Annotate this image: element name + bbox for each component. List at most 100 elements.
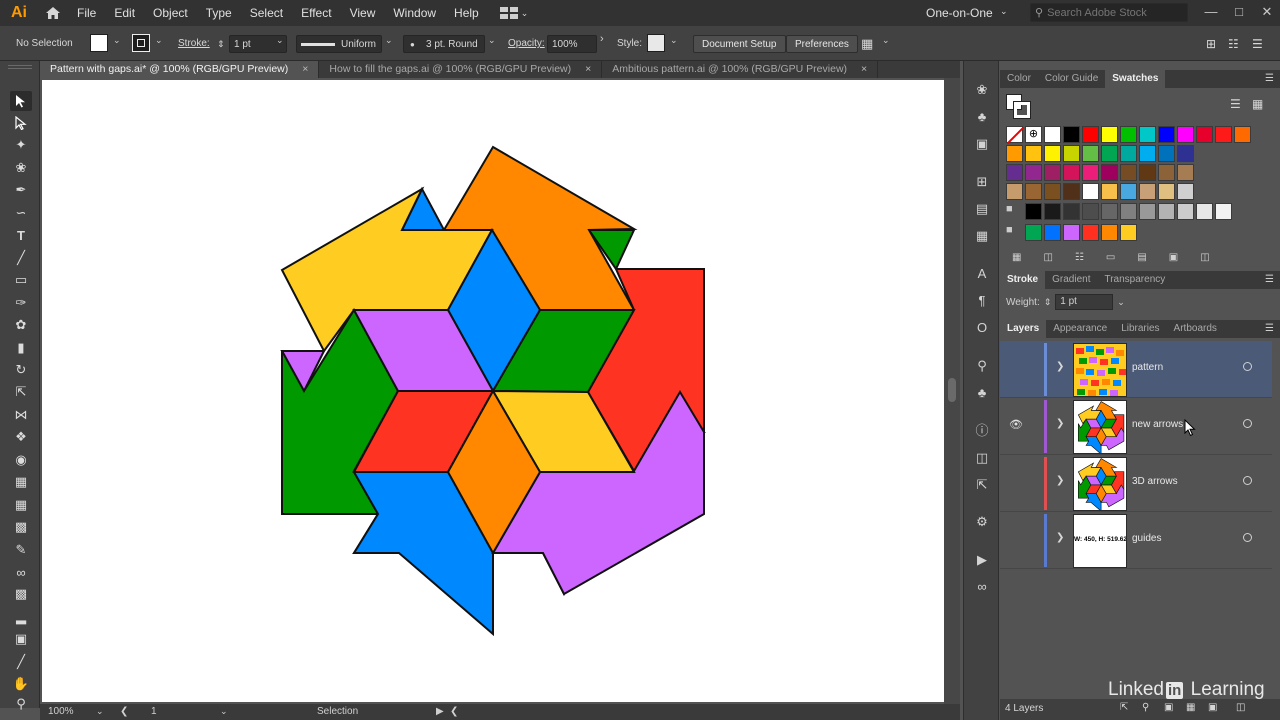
character-icon[interactable]: A <box>973 265 991 283</box>
tab-libraries[interactable]: Libraries <box>1114 320 1166 338</box>
delete-swatch-icon[interactable]: ◫ <box>1200 252 1209 263</box>
color-swatch[interactable] <box>1025 145 1042 162</box>
chevron-down-icon[interactable]: ⌄ <box>96 706 104 717</box>
color-swatch[interactable] <box>1177 145 1194 162</box>
actions-play-icon[interactable]: ▶ <box>973 551 991 569</box>
gray-swatch[interactable] <box>1044 203 1061 220</box>
layer-name[interactable]: pattern <box>1132 362 1163 373</box>
color-swatch[interactable] <box>1139 183 1156 200</box>
opentype-icon[interactable]: O <box>973 319 991 337</box>
color-swatch[interactable] <box>1120 145 1137 162</box>
opacity-label[interactable]: Opacity: <box>508 35 545 53</box>
chevron-down-icon[interactable]: ⌄ <box>220 706 228 717</box>
gray-swatch[interactable] <box>1139 203 1156 220</box>
shaper-tool-icon[interactable]: ✿ <box>10 315 32 335</box>
pen-tool-icon[interactable]: ✒ <box>10 180 32 200</box>
graphic-styles-icon[interactable]: ▣ <box>973 135 991 153</box>
registration-swatch[interactable]: ⊕ <box>1025 126 1042 143</box>
eraser-tool-icon[interactable]: ▮ <box>10 338 32 358</box>
list-view-icon[interactable]: ☰ <box>1230 97 1241 111</box>
stroke-label[interactable]: Stroke: <box>178 35 210 53</box>
search-input[interactable] <box>1047 6 1178 19</box>
menu-file[interactable]: File <box>68 0 105 26</box>
chevron-down-icon[interactable]: ⌄ <box>276 35 284 46</box>
tab-stroke[interactable]: Stroke <box>1000 271 1046 289</box>
white-swatch[interactable] <box>1044 126 1061 143</box>
settings-icon[interactable]: ⚙ <box>973 513 991 531</box>
tab-gradient[interactable]: Gradient <box>1045 271 1097 289</box>
new-swatch-icon[interactable]: ▣ <box>1169 252 1178 263</box>
rectangle-tool-icon[interactable]: ▭ <box>10 270 32 290</box>
toolbar-grip[interactable] <box>8 65 32 69</box>
puppet-icon[interactable]: ❀ <box>973 81 991 99</box>
gray-swatch[interactable] <box>1158 203 1175 220</box>
gray-swatch[interactable] <box>1196 203 1213 220</box>
swatch-kind-icon[interactable]: ◫ <box>1043 252 1052 263</box>
arrow-pattern-artwork[interactable] <box>42 80 944 702</box>
color-swatch[interactable] <box>1082 183 1099 200</box>
zoom-tool-icon[interactable]: ⚲ <box>10 694 32 714</box>
color-swatch[interactable] <box>1120 183 1137 200</box>
gray-swatch[interactable] <box>1177 203 1194 220</box>
workspace-switcher[interactable]: One-on-One <box>926 0 993 26</box>
close-icon[interactable]: × <box>861 61 867 78</box>
color-swatch[interactable] <box>1215 126 1232 143</box>
close-icon[interactable]: × <box>302 61 308 78</box>
menu-effect[interactable]: Effect <box>292 0 340 26</box>
isolate-icon[interactable]: ☷ <box>1228 35 1239 53</box>
symbol-sprayer-tool-icon[interactable]: ▩ <box>10 584 32 604</box>
graphic-style-swatch[interactable] <box>647 34 665 52</box>
color-swatch[interactable] <box>1177 183 1194 200</box>
chevron-right-icon[interactable]: › <box>600 33 604 45</box>
tab-color[interactable]: Color <box>1000 70 1038 88</box>
color-swatch[interactable] <box>1158 126 1175 143</box>
preferences-button[interactable]: Preferences <box>786 35 858 53</box>
minimize-button[interactable]: — <box>1198 0 1224 26</box>
tab-color-guide[interactable]: Color Guide <box>1038 70 1105 88</box>
tab-swatches[interactable]: Swatches <box>1105 70 1166 88</box>
color-swatch[interactable] <box>1044 164 1061 181</box>
color-swatch[interactable] <box>1139 126 1156 143</box>
tab-layers[interactable]: Layers <box>1000 320 1047 338</box>
color-swatch[interactable] <box>1177 126 1194 143</box>
none-swatch[interactable] <box>1006 126 1025 145</box>
menu-type[interactable]: Type <box>197 0 241 26</box>
color-swatch[interactable] <box>1234 126 1251 143</box>
color-swatch[interactable] <box>1082 145 1099 162</box>
status-menu-icon[interactable]: ▶ <box>436 706 444 717</box>
home-icon[interactable] <box>38 0 68 26</box>
pathfinder-icon[interactable]: ▦ <box>973 227 991 245</box>
perspective-grid-tool-icon[interactable]: ▦ <box>10 472 32 492</box>
type-tool-icon[interactable]: T <box>10 225 32 245</box>
align-panel-icon[interactable]: ▤ <box>973 200 991 218</box>
arrange-documents-button[interactable]: ⌄ <box>499 7 528 19</box>
tab-transparency[interactable]: Transparency <box>1097 271 1172 289</box>
tab-ambitious-pattern[interactable]: Ambitious pattern.ai @ 100% (RGB/GPU Pre… <box>602 61 879 78</box>
layer-name[interactable]: 3D arrows <box>1132 476 1178 487</box>
artboard-number[interactable]: 1 <box>151 706 157 717</box>
tab-pattern-with-gaps[interactable]: Pattern with gaps.ai* @ 100% (RGB/GPU Pr… <box>40 61 320 78</box>
layer-target-circle[interactable] <box>1243 419 1252 428</box>
variable-width-profile[interactable]: Uniform <box>296 35 382 53</box>
color-group-icon[interactable]: ▭ <box>1106 252 1115 263</box>
opacity-field[interactable]: 100% <box>547 35 597 53</box>
shape-builder-tool-icon[interactable]: ◉ <box>10 450 32 470</box>
stroke-swatch[interactable] <box>132 34 150 52</box>
color-swatch[interactable] <box>1082 126 1099 143</box>
direct-selection-tool-icon[interactable] <box>10 113 32 133</box>
info-icon[interactable]: ⓘ <box>973 422 991 440</box>
club-symbol-icon[interactable]: ♣ <box>973 108 991 126</box>
chevron-down-icon[interactable]: ⌄ <box>155 35 163 46</box>
thumbnail-view-icon[interactable]: ▦ <box>1252 97 1263 111</box>
column-graph-tool-icon[interactable]: ▂ <box>10 607 32 627</box>
artboard-tool-icon[interactable]: ▣ <box>10 629 32 649</box>
group-color-swatch[interactable] <box>1025 224 1042 241</box>
paintbrush-tool-icon[interactable]: ✑ <box>10 293 32 313</box>
swatch-options-icon[interactable]: ☷ <box>1075 252 1084 263</box>
close-window-button[interactable]: ✕ <box>1254 0 1280 26</box>
gray-swatch[interactable] <box>1063 203 1080 220</box>
panel-menu-icon[interactable]: ☰ <box>1265 323 1274 334</box>
color-swatch[interactable] <box>1006 164 1023 181</box>
color-swatch[interactable] <box>1006 145 1023 162</box>
gray-swatch[interactable] <box>1101 203 1118 220</box>
